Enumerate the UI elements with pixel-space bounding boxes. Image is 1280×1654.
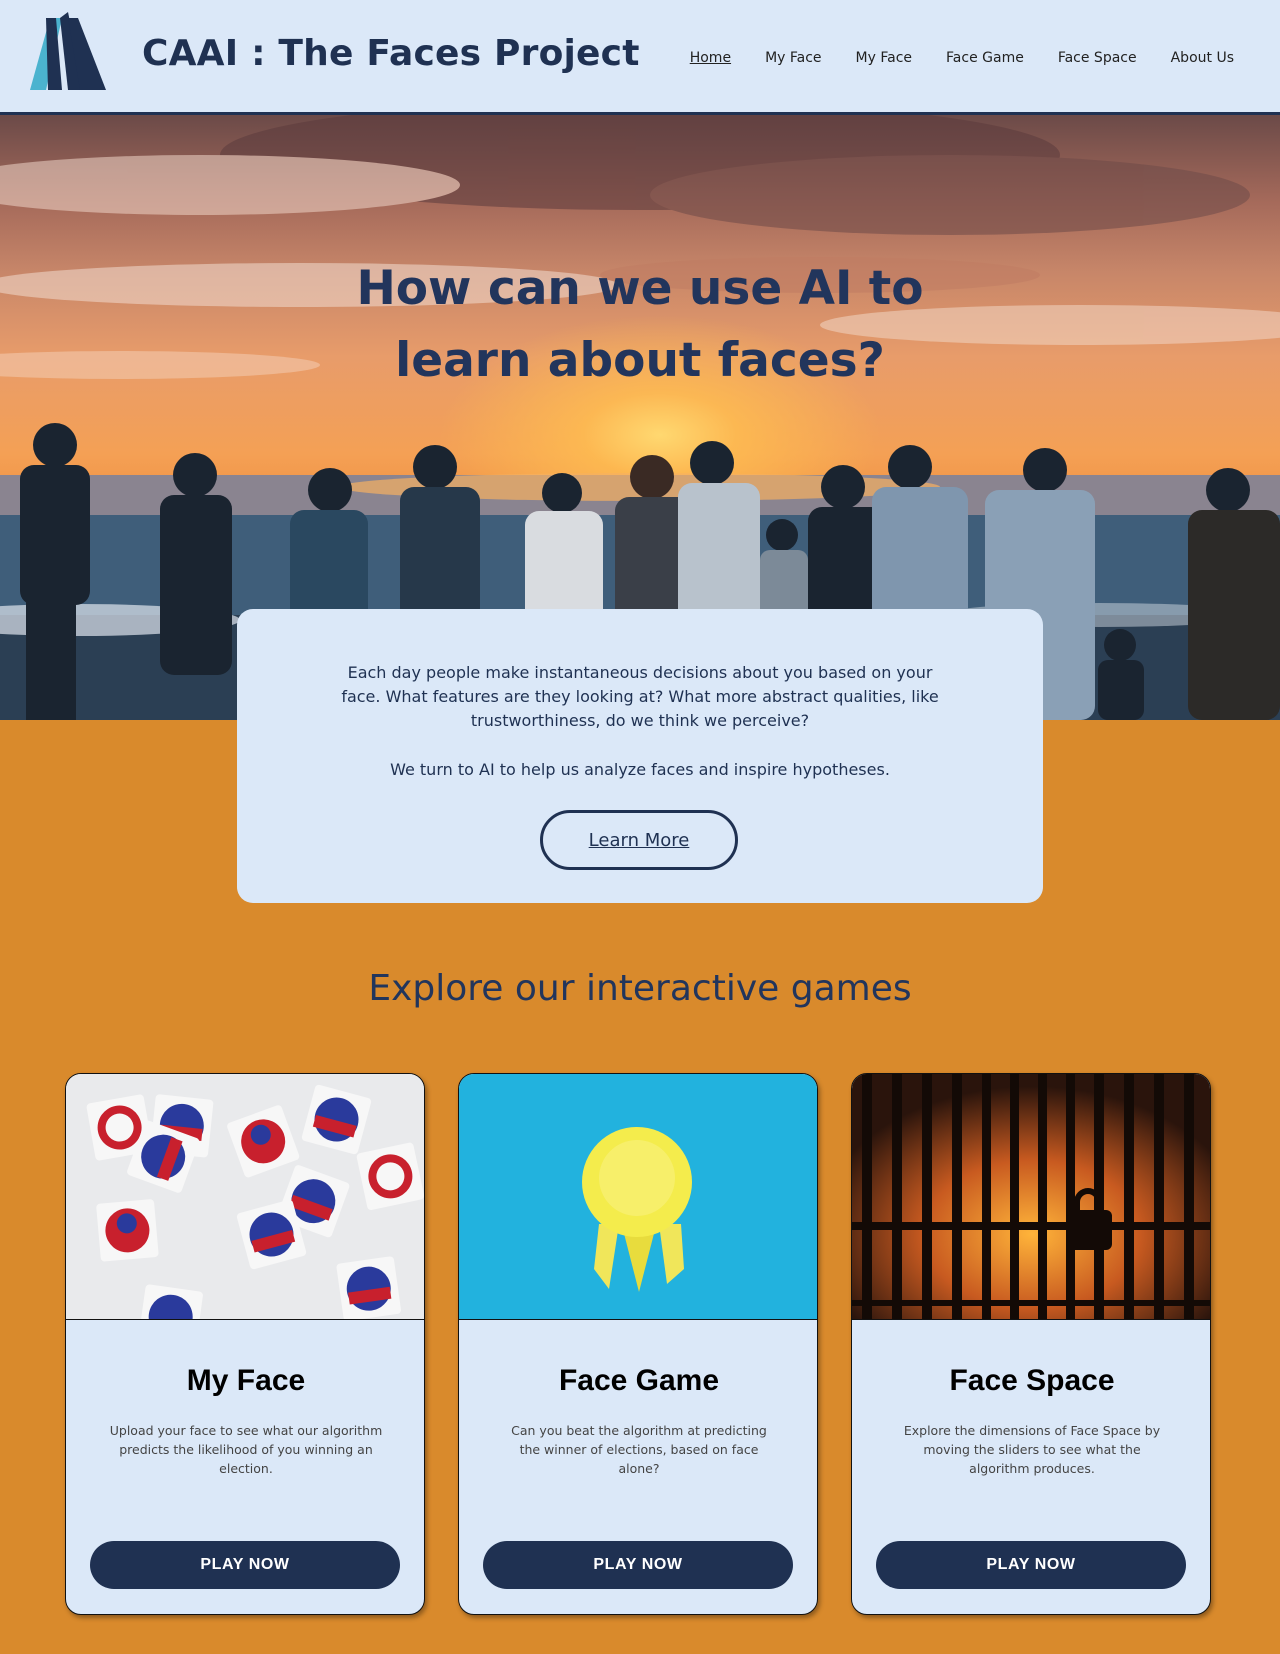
nav-home[interactable]: Home — [690, 50, 731, 66]
card-title: My Face — [186, 1364, 306, 1397]
hero-heading-line1: How can we use AI to — [356, 261, 924, 316]
play-now-button[interactable]: PLAY NOW — [90, 1541, 400, 1589]
nav-face-space[interactable]: Face Space — [1058, 50, 1137, 66]
nav-my-face-2[interactable]: My Face — [856, 50, 912, 66]
caai-logo-icon[interactable] — [28, 12, 108, 92]
game-card-my-face: My Face Upload your face to see what our… — [65, 1073, 425, 1615]
card-description: Can you beat the algorithm at predicting… — [511, 1423, 767, 1476]
game-card-face-game: Face Game Can you beat the algorithm at … — [458, 1073, 818, 1615]
hero-heading-line2: learn about faces? — [395, 333, 885, 388]
nav-my-face[interactable]: My Face — [765, 50, 821, 66]
yellow-ribbon-image — [459, 1074, 817, 1320]
play-now-button[interactable]: PLAY NOW — [876, 1541, 1186, 1589]
card-description: Explore the dimensions of Face Space by … — [903, 1423, 1161, 1476]
learn-more-button[interactable]: Learn More — [540, 810, 738, 870]
intro-card: Each day people make instantaneous decis… — [237, 609, 1043, 903]
nav-face-game[interactable]: Face Game — [946, 50, 1024, 66]
card-title: Face Space — [949, 1364, 1115, 1397]
intro-paragraph-1: Each day people make instantaneous decis… — [341, 663, 939, 730]
nav-about-us[interactable]: About Us — [1171, 50, 1234, 66]
main-nav: Home My Face My Face Face Game Face Spac… — [690, 50, 1234, 66]
site-title[interactable]: CAAI : The Faces Project — [142, 33, 640, 74]
hero-heading: How can we use AI to learn about faces? — [0, 253, 1280, 397]
card-title: Face Game — [558, 1364, 720, 1397]
play-now-button[interactable]: PLAY NOW — [483, 1541, 793, 1589]
games-section-heading: Explore our interactive games — [368, 968, 912, 1009]
game-card-face-space: Face Space Explore the dimensions of Fac… — [851, 1073, 1211, 1615]
padlock-fence-sunset-image — [852, 1074, 1210, 1320]
i-voted-stickers-image — [66, 1074, 424, 1320]
site-header: CAAI : The Faces Project Home My Face My… — [0, 0, 1280, 115]
intro-paragraph-2: We turn to AI to help us analyze faces a… — [390, 760, 890, 779]
card-description: Upload your face to see what our algorit… — [109, 1423, 383, 1476]
